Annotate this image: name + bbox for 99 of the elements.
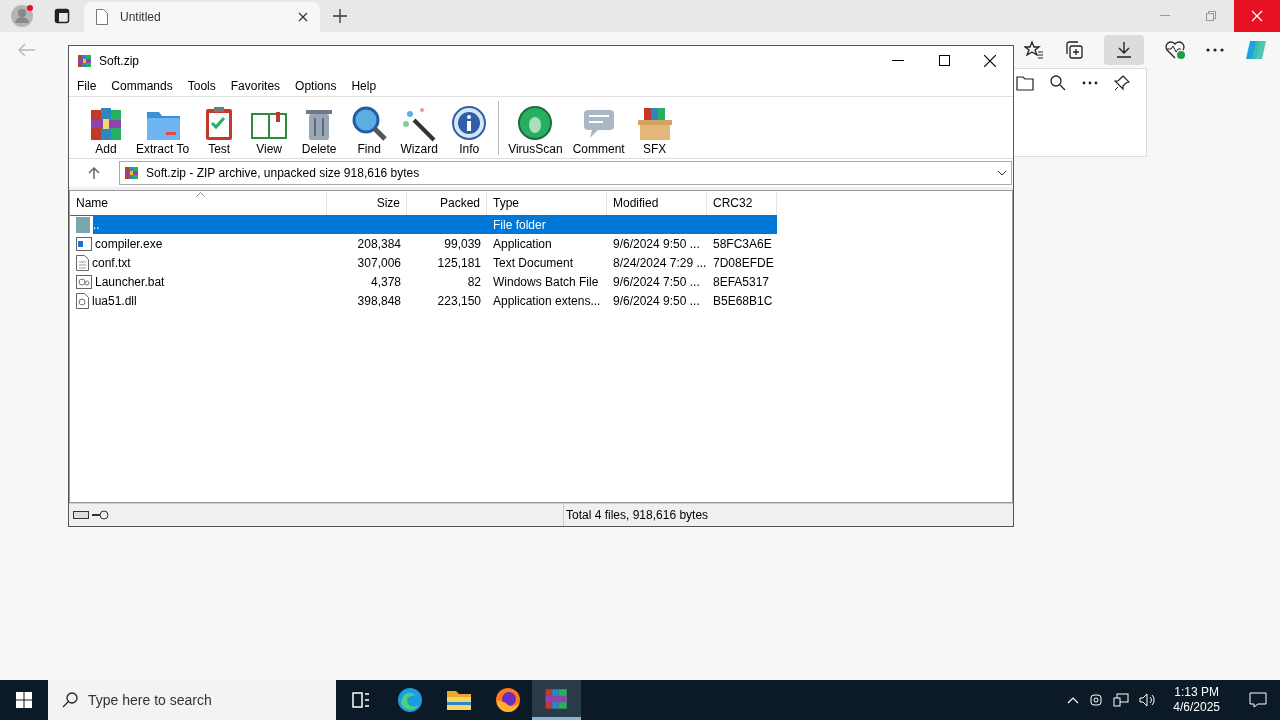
- magnifier-icon: [350, 104, 389, 142]
- toolbar-button[interactable]: Extract To: [131, 97, 195, 156]
- speaker-icon[interactable]: [1139, 693, 1158, 707]
- table-cell-text: 208,384: [357, 235, 401, 253]
- toolbar-button[interactable]: View: [244, 97, 295, 156]
- table-cell-text: 9/6/2024 9:50 ...: [613, 292, 700, 310]
- archive-icon: [77, 52, 93, 69]
- table-cell-text: 9/6/2024 7:50 ...: [613, 273, 700, 291]
- search-icon: [62, 692, 78, 708]
- page-icon: [96, 9, 108, 25]
- file-row[interactable]: compiler.exe 208,384 99,039 Application 9/6/2024 9:50 ... 58FC3A6E: [70, 234, 777, 253]
- table-cell-text: conf.txt: [92, 254, 131, 272]
- table-cell-text: 99,039: [444, 235, 481, 253]
- table-cell-text: 7D08EFDE: [713, 254, 774, 272]
- table-cell-text: 223,150: [437, 292, 481, 310]
- downloads-button[interactable]: [1104, 35, 1144, 65]
- collections-icon[interactable]: [1064, 40, 1084, 60]
- close-icon[interactable]: [984, 54, 996, 67]
- new-tab-icon[interactable]: [333, 9, 347, 23]
- toolbar-button[interactable]: Delete: [294, 97, 345, 156]
- application-icon: [76, 236, 92, 251]
- table-cell-text: 4,378: [370, 273, 401, 291]
- toolbar-button[interactable]: Test: [194, 97, 245, 156]
- drive-icon: [73, 511, 89, 519]
- menu-item[interactable]: Options: [295, 76, 337, 95]
- profile-avatar-icon[interactable]: [10, 4, 34, 28]
- network-icon[interactable]: [1113, 693, 1130, 707]
- key-icon: [91, 510, 109, 520]
- table-cell-text: 307,006: [357, 254, 401, 272]
- table-cell-text: Windows Batch File: [493, 273, 599, 291]
- sort-caret-icon: [196, 192, 205, 197]
- table-cell-text: 8/24/2024 7:29 ...: [613, 254, 707, 272]
- camera-icon[interactable]: [1089, 693, 1104, 707]
- toolbar-button[interactable]: Find: [344, 97, 395, 156]
- tab-actions-icon[interactable]: [54, 8, 70, 24]
- heart-pulse-icon[interactable]: [1164, 40, 1186, 60]
- taskbar-app[interactable]: [532, 680, 581, 720]
- table-cell-text: compiler.exe: [95, 235, 163, 253]
- gear-file-icon: [76, 292, 89, 309]
- menu-item[interactable]: Help: [351, 76, 377, 95]
- window-title: Soft.zip: [99, 52, 140, 70]
- table-cell-text: Application: [493, 235, 552, 253]
- pin-icon[interactable]: [1114, 75, 1130, 91]
- toolbar-button[interactable]: Comment: [567, 101, 630, 156]
- clock[interactable]: 1:13 PM 4/6/2025: [1167, 685, 1226, 715]
- more-icon[interactable]: [1206, 48, 1224, 52]
- menu-item[interactable]: File: [77, 76, 97, 95]
- search-field[interactable]: Type here to search: [88, 689, 336, 711]
- table-cell-text: lua51.dll: [92, 292, 137, 310]
- document-icon: [76, 254, 89, 271]
- table-cell-text: B5E68B1C: [713, 292, 773, 310]
- table-cell-text: 125,181: [437, 254, 481, 272]
- table-cell-text: Text Document: [493, 254, 574, 272]
- table-cell-text: 9/6/2024 9:50 ...: [613, 235, 700, 253]
- toolbar-button[interactable]: Add: [81, 97, 131, 156]
- dropdown-caret-icon[interactable]: [997, 170, 1007, 176]
- folder-icon: [76, 216, 90, 233]
- toolbar-button[interactable]: SFX: [629, 101, 680, 156]
- minimize-icon[interactable]: [892, 59, 904, 62]
- up-arrow-icon[interactable]: [88, 167, 100, 179]
- menu-item[interactable]: Tools: [187, 76, 216, 95]
- menu-item[interactable]: Favorites: [230, 76, 281, 95]
- task-view-icon[interactable]: [350, 691, 371, 709]
- archive-icon: [124, 165, 140, 181]
- file-row[interactable]: Launcher.bat 4,378 82 Windows Batch File 9/6/2024 7:50 ... 8EFA5317: [70, 272, 777, 291]
- table-cell-text: 8EFA5317: [713, 273, 770, 291]
- table-cell-text: File folder: [493, 216, 546, 234]
- toolbar-button[interactable]: VirusScan: [503, 101, 568, 156]
- taskbar-search-box[interactable]: Type here to search: [48, 680, 336, 720]
- file-row[interactable]: conf.txt 307,006 125,181 Text Document 8/24/2024 7:29 ... 7D08EFDE: [70, 253, 777, 272]
- table-cell-text: 82: [467, 273, 481, 291]
- edge-icon[interactable]: [396, 687, 423, 713]
- search-icon[interactable]: [1050, 75, 1066, 91]
- menu-item[interactable]: Commands: [111, 76, 173, 95]
- folder-icon[interactable]: [445, 689, 472, 711]
- browser-tab[interactable]: Untitled: [84, 2, 320, 32]
- toolbar-button[interactable]: Info: [444, 97, 495, 156]
- info-icon: [450, 104, 489, 142]
- table-cell-text: 58FC3A6E: [713, 235, 772, 253]
- address-text: Soft.zip - ZIP archive, unpacked size 918,616 bytes: [146, 165, 421, 182]
- download-icon: [1115, 41, 1133, 59]
- table-cell-text: Application extens...: [493, 292, 601, 310]
- fox-globe-icon[interactable]: [494, 687, 521, 713]
- status-text: Total 4 files, 918,616 bytes: [566, 507, 709, 524]
- gears-file-icon: [76, 274, 92, 289]
- file-row[interactable]: .. File folder: [70, 215, 777, 234]
- table-cell: ..: [93, 215, 327, 234]
- file-row[interactable]: lua51.dll 398,848 223,150 Application extens... 9/6/2024 9:50 ... B5E68B1C: [70, 291, 777, 310]
- tab-title: Untitled: [120, 9, 162, 26]
- close-icon[interactable]: [298, 12, 308, 22]
- chevron-up-icon[interactable]: [1067, 696, 1080, 704]
- favorites-star-icon[interactable]: [1024, 40, 1044, 60]
- address-field[interactable]: Soft.zip - ZIP archive, unpacked size 918,616 bytes: [119, 161, 1012, 185]
- maximize-icon[interactable]: [938, 55, 950, 66]
- table-cell-text: 398,848: [357, 292, 401, 310]
- windows-start-icon[interactable]: [16, 692, 32, 708]
- toolbar-button[interactable]: Wizard: [394, 97, 445, 156]
- table-cell-text: Launcher.bat: [95, 273, 165, 291]
- notification-icon[interactable]: [1249, 692, 1267, 708]
